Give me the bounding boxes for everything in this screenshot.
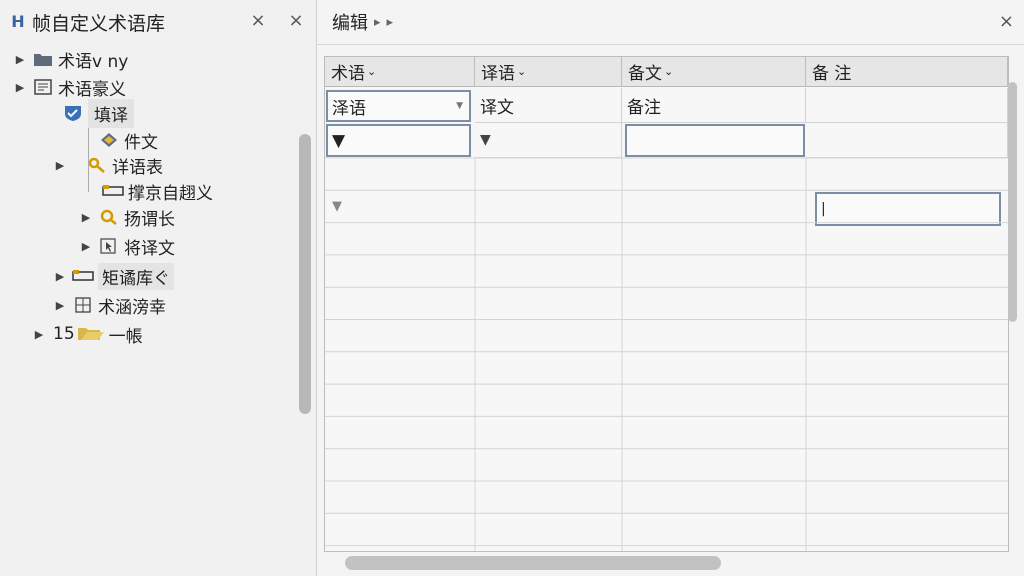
expand-icon[interactable]: ▶: [54, 270, 66, 283]
sort-caret-icon: ⌄: [517, 65, 527, 78]
expand-icon[interactable]: ▶: [14, 81, 26, 94]
row-marker-icon: ▼: [332, 199, 342, 214]
term-grid: 术语 ⌄ 译语 ⌄ 备文 ⌄ 备 注 泽语 ▼ 译文 备注 ▼ ▼ ▼ |: [324, 56, 1009, 552]
cell-marker-icon: ▼: [332, 130, 346, 151]
panel-title: 帧自定义术语库: [32, 12, 166, 35]
tree-item-custom-definition[interactable]: 撑京自趐义: [96, 178, 213, 204]
expand-icon[interactable]: ▶: [54, 299, 66, 312]
bookmark-tag-icon: [102, 182, 124, 200]
tree-item-fill-translation[interactable]: 填译: [56, 98, 134, 128]
tree-item-term-meaning[interactable]: ▶ 术语豪义: [14, 74, 126, 100]
sort-caret-icon: ⌄: [664, 65, 674, 78]
tree-item-glossary-table[interactable]: ▶ 详语表: [54, 152, 163, 178]
column-header-label: 备文: [628, 64, 662, 84]
grid-cell[interactable]: [806, 123, 1008, 158]
close-editor-icon[interactable]: ×: [999, 11, 1014, 32]
editor-panel: 编辑 ▸ ▸ × 术语 ⌄ 译语 ⌄ 备文 ⌄ 备 注 泽语 ▼ 译文 备注 ▼…: [317, 0, 1024, 576]
cell-marker-icon: ▼: [480, 132, 491, 148]
tree-item-label: 扬谓长: [124, 209, 175, 230]
column-header-note[interactable]: 备 注: [806, 57, 1008, 87]
tree-item-search-term[interactable]: ▶ 扬谓长: [80, 204, 175, 230]
grid-doc-icon: [72, 296, 94, 314]
cell-value: 泽语: [332, 98, 366, 119]
search-icon: [98, 208, 120, 226]
column-header-label: 备 注: [812, 64, 852, 84]
tree-item-label: 件文: [124, 132, 158, 153]
tree-item-one-account[interactable]: ▶ 15 一帳: [33, 321, 143, 347]
breadcrumb-arrow-icon: ▸: [386, 14, 394, 30]
term-combo-cell[interactable]: 泽语 ▼: [326, 90, 471, 122]
text-cursor: |: [821, 201, 826, 217]
tree-scrollbar-thumb[interactable]: [299, 134, 311, 414]
grid-cell[interactable]: 备注: [622, 88, 806, 123]
grid-cell[interactable]: 译文: [475, 88, 622, 123]
tree-item-translation-text[interactable]: ▶ 将译文: [80, 233, 175, 259]
tree-item-label: 术语豪义: [58, 79, 126, 100]
tree-item-label: 术涵滂幸: [98, 297, 166, 318]
column-header-source[interactable]: 备文 ⌄: [622, 57, 806, 87]
column-header-term[interactable]: 术语 ⌄: [325, 57, 475, 87]
cell-value: 备注: [627, 97, 661, 118]
grid-cell[interactable]: [806, 88, 1008, 123]
tree-item-matrix-library[interactable]: ▶ 矩谲库ぐ: [54, 262, 174, 290]
glossary-icon: 𝗛: [11, 12, 25, 31]
tree-item-count: 15: [53, 324, 75, 344]
editor-header: 编辑 ▸ ▸ ×: [317, 0, 1024, 45]
close-icon[interactable]: ×: [248, 10, 268, 32]
expand-icon[interactable]: ▶: [33, 328, 45, 341]
tree-item-label: 一帳: [108, 326, 143, 347]
grid-cell[interactable]: ▼: [475, 123, 622, 158]
expand-icon[interactable]: ▶: [54, 159, 66, 172]
folder-icon: [32, 50, 54, 68]
column-header-label: 术语: [331, 64, 365, 84]
tree-item-label: 详语表: [112, 157, 163, 178]
tree-item-label: 矩谲库ぐ: [98, 262, 174, 290]
cell-value: 译文: [480, 97, 514, 118]
column-header-translation[interactable]: 译语 ⌄: [475, 57, 622, 87]
bookmark-tag-icon: [72, 267, 94, 285]
expand-icon[interactable]: ▶: [80, 211, 92, 224]
column-header-label: 译语: [481, 64, 515, 84]
tree-item-label: 填译: [88, 98, 134, 128]
expand-icon[interactable]: ▶: [14, 53, 26, 66]
close-panel-icon[interactable]: ×: [286, 10, 306, 32]
terminology-panel: 𝗛 帧自定义术语库 × × ▶ 术语v ny ▶ 术语豪义 填译 件文 ▶ 详语…: [0, 0, 317, 576]
tree-item-term-folder[interactable]: ▶ 术语v ny: [14, 46, 129, 72]
tree-item-label: 撑京自趐义: [128, 183, 213, 204]
terminology-panel-header: 𝗛 帧自定义术语库 × ×: [0, 0, 316, 44]
grid-horizontal-scrollbar-thumb[interactable]: [345, 556, 721, 570]
document-list-icon: [32, 78, 54, 96]
diamond-tag-icon: [98, 131, 120, 149]
sort-caret-icon: ⌄: [367, 65, 377, 78]
tree-item-document[interactable]: 件文: [92, 127, 158, 153]
term-edit-cell[interactable]: ▼: [326, 124, 471, 157]
note-edit-cell[interactable]: |: [815, 192, 1001, 226]
dropdown-arrow-icon[interactable]: ▼: [456, 101, 463, 111]
check-shield-icon: [62, 104, 84, 122]
tree-item-label: 术语v ny: [58, 51, 129, 72]
grid-vertical-scrollbar-thumb[interactable]: [1008, 82, 1017, 322]
tree-item-label: 将译文: [124, 238, 175, 259]
source-edit-cell[interactable]: [625, 124, 805, 157]
expand-icon[interactable]: ▶: [80, 240, 92, 253]
folder-open-icon: [77, 325, 105, 343]
breadcrumb-arrow-icon: ▸: [374, 14, 381, 30]
breadcrumb[interactable]: 编辑: [332, 9, 368, 35]
cursor-page-icon: [98, 237, 120, 255]
tree-item-term-luck[interactable]: ▶ 术涵滂幸: [54, 292, 166, 318]
key-icon: [86, 156, 108, 174]
